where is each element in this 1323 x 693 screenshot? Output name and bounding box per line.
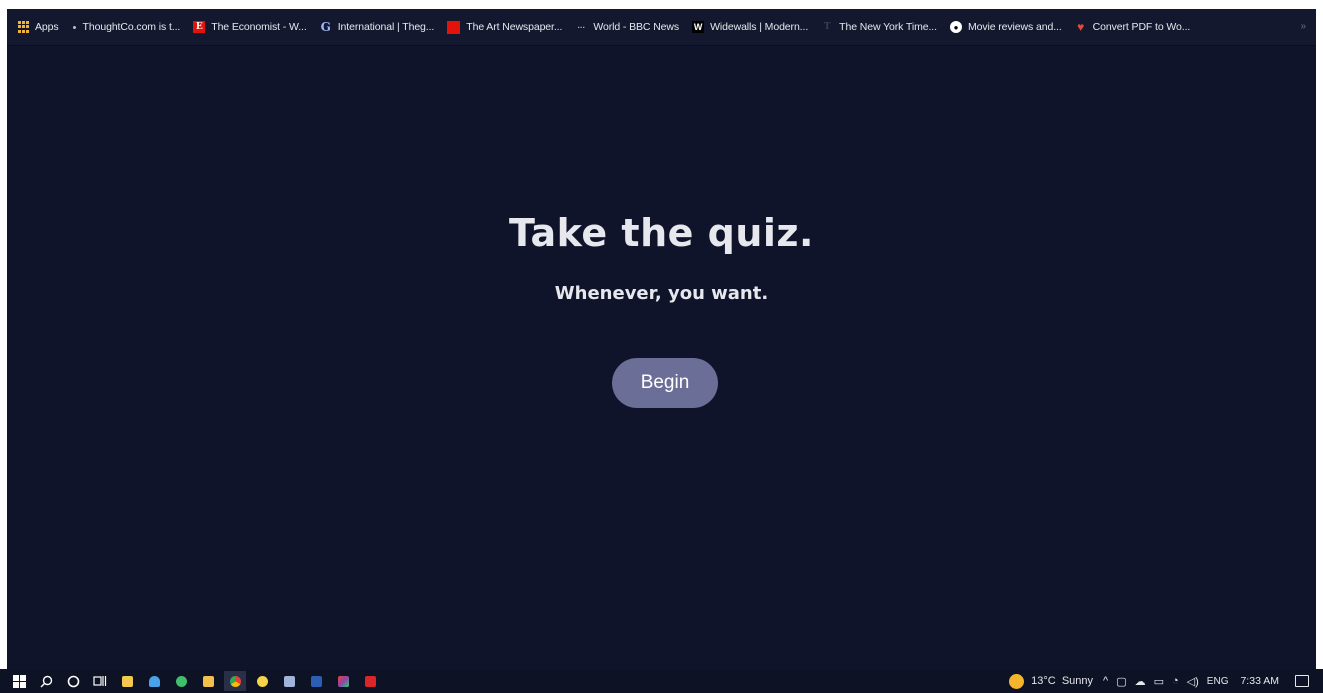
- bookmark-label: Movie reviews and...: [967, 21, 1062, 33]
- tray-chevron-icon[interactable]: ^: [1103, 675, 1108, 687]
- taskbar-app-maps[interactable]: [170, 671, 192, 691]
- cortana-circle-icon: [67, 675, 79, 687]
- taskbar-app-acrobat[interactable]: [359, 671, 381, 691]
- bookmark-label: Apps: [35, 21, 59, 33]
- onedrive-cloud-icon[interactable]: ☁: [1135, 675, 1146, 688]
- page-subtitle: Whenever, you want.: [554, 283, 769, 304]
- bookmark-label: ThoughtCo.com is t...: [82, 21, 181, 33]
- wifi-icon[interactable]: ◔: [1172, 675, 1179, 687]
- taskbar-app-notes[interactable]: [278, 671, 300, 691]
- acrobat-icon: [364, 675, 376, 687]
- sun-weather-icon: [1009, 673, 1025, 689]
- guardian-icon: G: [320, 20, 331, 34]
- taskbar-app-chrome[interactable]: [224, 671, 246, 691]
- task-view-icon: [93, 676, 107, 686]
- bookmark-nyt[interactable]: T The New York Time...: [821, 16, 937, 38]
- nyt-icon: T: [823, 22, 831, 32]
- taskbar-app-mail[interactable]: [143, 671, 165, 691]
- search-icon: [40, 675, 52, 687]
- bookmark-bbc[interactable]: ··· World - BBC News: [575, 16, 679, 38]
- weather-readout[interactable]: 13°C Sunny: [1031, 675, 1093, 687]
- taskbar-app-explorer[interactable]: [197, 671, 219, 691]
- clock[interactable]: 7:33 AM: [1240, 675, 1279, 687]
- bookmark-label: Convert PDF to Wo...: [1092, 21, 1191, 33]
- volume-icon[interactable]: ◁): [1187, 675, 1199, 688]
- windows-logo-icon: [12, 674, 26, 688]
- bookmark-art-newspaper[interactable]: The Art Newspaper...: [447, 16, 562, 38]
- onenote-tray-icon[interactable]: ▢: [1116, 675, 1126, 688]
- quiz-landing: Take the quiz. Whenever, you want. Begin: [7, 46, 1316, 676]
- notification-center-icon[interactable]: [1295, 675, 1309, 687]
- mail-icon: [148, 675, 160, 687]
- start-button[interactable]: [8, 671, 30, 691]
- windows-taskbar: 13°C Sunny ^ ▢ ☁ ▭ ◔ ◁) ENG 7:33 AM: [0, 669, 1323, 693]
- taskbar-app-paint[interactable]: [251, 671, 273, 691]
- search-button[interactable]: [35, 671, 57, 691]
- bookmarks-overflow-icon[interactable]: »: [1300, 21, 1306, 32]
- taskbar-app-calculator[interactable]: [116, 671, 138, 691]
- bookmark-label: Widewalls | Modern...: [710, 21, 809, 33]
- apps-grid-icon: [17, 21, 29, 33]
- browser-viewport: Apps ThoughtCo.com is t... E The Economi…: [7, 9, 1316, 693]
- economist-icon: E: [193, 21, 206, 33]
- system-tray: 13°C Sunny ^ ▢ ☁ ▭ ◔ ◁) ENG 7:33 AM: [1009, 669, 1323, 693]
- widewalls-icon: W: [692, 21, 705, 33]
- bookmark-label: The New York Time...: [839, 21, 937, 33]
- bookmark-widewalls[interactable]: W Widewalls | Modern...: [692, 16, 808, 38]
- bookmark-movie-reviews[interactable]: ● Movie reviews and...: [949, 16, 1062, 38]
- bookmark-economist[interactable]: E The Economist - W...: [193, 16, 307, 38]
- bookmark-pdf-convert[interactable]: ♥ Convert PDF to Wo...: [1075, 16, 1191, 38]
- begin-button[interactable]: Begin: [612, 358, 718, 408]
- folder-icon: [202, 675, 214, 687]
- thoughtco-icon: [72, 21, 77, 33]
- bbc-icon: ···: [577, 22, 586, 32]
- movie-reviews-icon: ●: [949, 21, 962, 33]
- word-icon: [310, 675, 322, 687]
- bookmark-guardian[interactable]: G International | Theg...: [320, 16, 435, 38]
- taskbar-app-photos[interactable]: [332, 671, 354, 691]
- maps-icon: [175, 675, 187, 687]
- bookmark-label: The Economist - W...: [211, 21, 307, 33]
- bookmarks-bar: Apps ThoughtCo.com is t... E The Economi…: [7, 9, 1316, 46]
- photos-icon: [337, 675, 349, 687]
- art-newspaper-icon: [447, 20, 461, 34]
- bookmark-label: The Art Newspaper...: [466, 21, 563, 33]
- bookmark-label: World - BBC News: [593, 21, 680, 33]
- notes-icon: [283, 675, 295, 687]
- cortana-button[interactable]: [62, 671, 84, 691]
- page-title: Take the quiz.: [509, 211, 814, 255]
- bookmark-label: International | Theg...: [337, 21, 435, 33]
- language-indicator[interactable]: ENG: [1207, 676, 1229, 687]
- battery-icon[interactable]: ▭: [1154, 675, 1164, 688]
- task-view-button[interactable]: [89, 671, 111, 691]
- paint-icon: [256, 675, 268, 687]
- bookmark-thoughtco[interactable]: ThoughtCo.com is t...: [72, 16, 181, 38]
- taskbar-app-word[interactable]: [305, 671, 327, 691]
- chrome-icon: [229, 675, 241, 687]
- bookmark-apps[interactable]: Apps: [17, 16, 59, 38]
- pdf-convert-icon: ♥: [1077, 20, 1085, 34]
- calculator-icon: [121, 675, 133, 687]
